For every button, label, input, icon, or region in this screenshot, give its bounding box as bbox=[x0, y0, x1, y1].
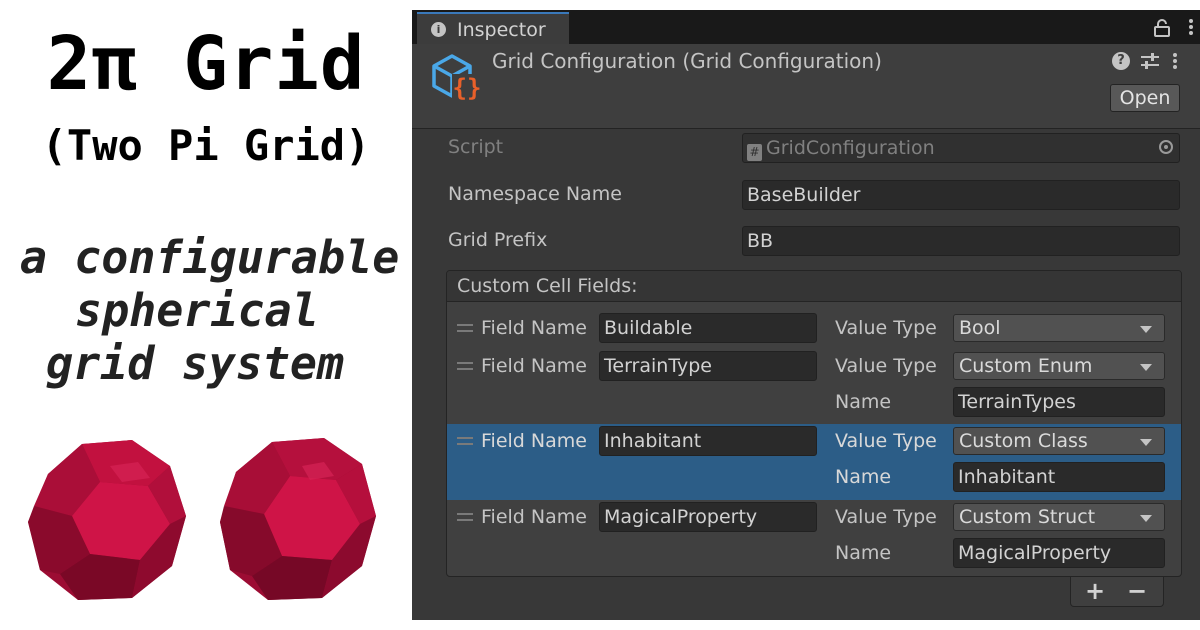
add-item-button[interactable]: + bbox=[1075, 577, 1115, 605]
tab-inspector-label: Inspector bbox=[457, 19, 546, 41]
preset-sliders-icon[interactable] bbox=[1140, 52, 1160, 70]
grid-prefix-input[interactable]: BB bbox=[742, 226, 1180, 256]
dropdown-arrow-icon bbox=[1140, 515, 1152, 522]
value-type-label: Value Type bbox=[835, 430, 937, 452]
custom-cell-fields-list: Custom Cell Fields: Field Name Buildable… bbox=[446, 270, 1182, 577]
open-button[interactable]: Open bbox=[1110, 84, 1180, 112]
field-name-input[interactable]: MagicalProperty bbox=[599, 502, 817, 532]
field-name-input[interactable]: Buildable bbox=[599, 313, 817, 343]
value-type-value: Custom Struct bbox=[959, 506, 1096, 528]
dropdown-arrow-icon bbox=[1140, 439, 1152, 446]
tagline-line-1: a configurable bbox=[20, 231, 400, 284]
field-name-label: Field Name bbox=[481, 506, 587, 528]
type-name-label: Name bbox=[835, 391, 892, 413]
sphere-left bbox=[28, 440, 186, 600]
svg-text:{}: {} bbox=[453, 74, 482, 102]
tagline-line-2: spherical bbox=[75, 284, 319, 337]
field-name-input[interactable]: TerrainType bbox=[599, 351, 817, 381]
value-type-value: Bool bbox=[959, 317, 1001, 339]
remove-item-button[interactable]: − bbox=[1117, 577, 1157, 605]
tab-inspector[interactable]: i Inspector bbox=[417, 12, 569, 44]
field-name-input[interactable]: Inhabitant bbox=[599, 426, 817, 456]
type-name-label: Name bbox=[835, 542, 892, 564]
list-item-selected[interactable]: Field Name Inhabitant Value Type Custom … bbox=[447, 424, 1181, 500]
type-name-input[interactable]: Inhabitant bbox=[953, 462, 1165, 492]
value-type-value: Custom Class bbox=[959, 430, 1088, 452]
sphere-right bbox=[220, 438, 376, 600]
namespace-label: Namespace Name bbox=[448, 183, 622, 205]
field-name-label: Field Name bbox=[481, 317, 587, 339]
value-type-label: Value Type bbox=[835, 355, 937, 377]
sphere-renders bbox=[28, 438, 376, 600]
type-name-input[interactable]: TerrainTypes bbox=[953, 387, 1165, 417]
list-header-label: Custom Cell Fields: bbox=[457, 275, 638, 297]
value-type-value: Custom Enum bbox=[959, 355, 1093, 377]
script-icon: {} bbox=[432, 54, 482, 102]
inspector-window: i Inspector {} Grid Configuration (Grid … bbox=[412, 10, 1200, 620]
product-subtitle: (Two Pi Grid) bbox=[41, 121, 371, 170]
script-field-value: GridConfiguration bbox=[766, 137, 935, 159]
promo-panel: 2π Grid (Two Pi Grid) a configurable sph… bbox=[0, 0, 412, 630]
component-more-icon[interactable] bbox=[1172, 52, 1178, 70]
dropdown-arrow-icon bbox=[1140, 326, 1152, 333]
list-header: Custom Cell Fields: bbox=[447, 271, 1181, 302]
list-item[interactable]: Field Name MagicalProperty Value Type Cu… bbox=[447, 500, 1181, 576]
value-type-dropdown[interactable]: Custom Enum bbox=[953, 352, 1165, 380]
script-label: Script bbox=[448, 136, 504, 158]
product-title: 2π Grid bbox=[46, 21, 366, 107]
object-picker-icon[interactable] bbox=[1159, 140, 1173, 154]
type-name-label: Name bbox=[835, 466, 892, 488]
more-vertical-icon[interactable] bbox=[1188, 18, 1194, 36]
component-title: Grid Configuration (Grid Configuration) bbox=[492, 49, 882, 73]
drag-handle-icon[interactable] bbox=[457, 362, 473, 370]
field-name-label: Field Name bbox=[481, 355, 587, 377]
list-item[interactable]: Field Name TerrainType Value Type Custom… bbox=[447, 349, 1181, 423]
tagline-line-3: grid system bbox=[46, 337, 345, 390]
drag-handle-icon[interactable] bbox=[457, 324, 473, 332]
value-type-dropdown[interactable]: Custom Struct bbox=[953, 503, 1165, 531]
help-icon[interactable]: ? bbox=[1112, 52, 1130, 70]
component-header: {} Grid Configuration (Grid Configuratio… bbox=[412, 44, 1200, 129]
namespace-input[interactable]: BaseBuilder bbox=[742, 180, 1180, 210]
dropdown-arrow-icon bbox=[1140, 364, 1152, 371]
value-type-label: Value Type bbox=[835, 317, 937, 339]
value-type-dropdown[interactable]: Custom Class bbox=[953, 427, 1165, 455]
list-footer: + − bbox=[1070, 577, 1164, 607]
type-name-input[interactable]: MagicalProperty bbox=[953, 538, 1165, 568]
inspector-tab-bar: i Inspector bbox=[412, 10, 1200, 44]
grid-prefix-label: Grid Prefix bbox=[448, 229, 548, 251]
cs-script-icon: # bbox=[747, 144, 762, 161]
script-field[interactable]: # GridConfiguration bbox=[742, 133, 1180, 163]
drag-handle-icon[interactable] bbox=[457, 513, 473, 521]
drag-handle-icon[interactable] bbox=[457, 437, 473, 445]
field-name-label: Field Name bbox=[481, 430, 587, 452]
list-item[interactable]: Field Name Buildable Value Type Bool bbox=[447, 311, 1181, 349]
value-type-dropdown[interactable]: Bool bbox=[953, 314, 1165, 342]
lock-icon[interactable] bbox=[1154, 19, 1170, 37]
info-icon: i bbox=[431, 22, 446, 37]
value-type-label: Value Type bbox=[835, 506, 937, 528]
